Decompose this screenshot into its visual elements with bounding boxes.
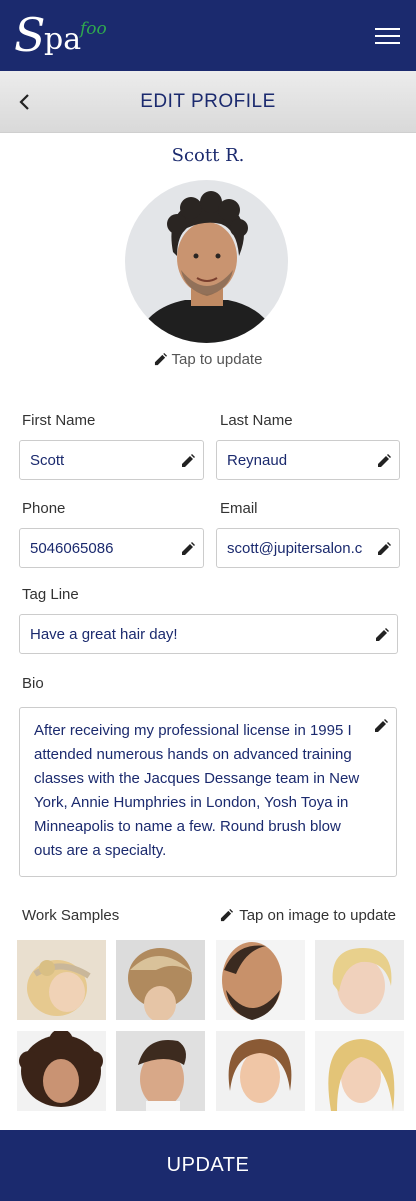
spafoo-logo[interactable]: S pa foo xyxy=(14,8,114,62)
page-title: EDIT PROFILE xyxy=(140,91,276,112)
work-sample-5[interactable] xyxy=(17,1031,106,1111)
last-name-field[interactable]: Reynaud xyxy=(216,440,400,480)
work-samples-hint-label: Tap on image to update xyxy=(239,907,396,924)
tag-line-label: Tag Line xyxy=(22,586,79,603)
email-field[interactable]: scott@jupitersalon.c xyxy=(216,528,400,568)
pencil-icon[interactable] xyxy=(374,719,388,733)
work-sample-6[interactable] xyxy=(116,1031,205,1111)
tap-to-update-label: Tap to update xyxy=(171,351,263,368)
logo-suffix: foo xyxy=(80,19,107,39)
first-name-label: First Name xyxy=(22,412,96,429)
bio-value: After receiving my professional license … xyxy=(34,722,360,859)
pencil-icon[interactable] xyxy=(181,454,195,468)
first-name-field[interactable]: Scott xyxy=(19,440,204,480)
pencil-icon[interactable] xyxy=(377,454,391,468)
sub-header: EDIT PROFILE xyxy=(0,71,416,133)
last-name-label: Last Name xyxy=(220,412,293,429)
first-name-value: Scott xyxy=(30,452,65,469)
logo-initial: S xyxy=(14,8,46,62)
pencil-icon xyxy=(154,353,167,366)
phone-value: 5046065086 xyxy=(30,540,114,557)
work-sample-2[interactable] xyxy=(116,940,205,1020)
tag-line-value: Have a great hair day! xyxy=(30,626,178,643)
work-sample-8[interactable] xyxy=(315,1031,404,1111)
tag-line-field[interactable]: Have a great hair day! xyxy=(19,614,398,654)
back-chevron-icon[interactable] xyxy=(14,90,38,114)
work-samples-hint[interactable]: Tap on image to update xyxy=(220,907,396,924)
email-label: Email xyxy=(220,500,258,517)
top-bar: S pa foo xyxy=(0,0,416,71)
pencil-icon xyxy=(221,909,234,922)
profile-name: Scott R. xyxy=(171,145,245,166)
work-sample-3[interactable] xyxy=(216,940,305,1020)
bio-textarea[interactable]: After receiving my professional license … xyxy=(19,707,397,877)
phone-field[interactable]: 5046065086 xyxy=(19,528,204,568)
email-value: scott@jupitersalon.c xyxy=(227,540,363,557)
work-sample-4[interactable] xyxy=(315,940,404,1020)
last-name-value: Reynaud xyxy=(227,452,288,469)
logo-text: pa xyxy=(44,22,82,57)
bio-label: Bio xyxy=(22,675,44,692)
pencil-icon[interactable] xyxy=(377,542,391,556)
pencil-icon[interactable] xyxy=(181,542,195,556)
work-sample-7[interactable] xyxy=(216,1031,305,1111)
phone-label: Phone xyxy=(22,500,66,517)
pencil-icon[interactable] xyxy=(375,628,389,642)
work-samples-label: Work Samples xyxy=(22,907,120,924)
update-button[interactable]: UPDATE xyxy=(0,1130,416,1201)
avatar[interactable] xyxy=(125,180,288,343)
menu-icon[interactable] xyxy=(372,23,402,49)
tap-to-update-avatar[interactable]: Tap to update xyxy=(0,351,416,368)
work-sample-1[interactable] xyxy=(17,940,106,1020)
